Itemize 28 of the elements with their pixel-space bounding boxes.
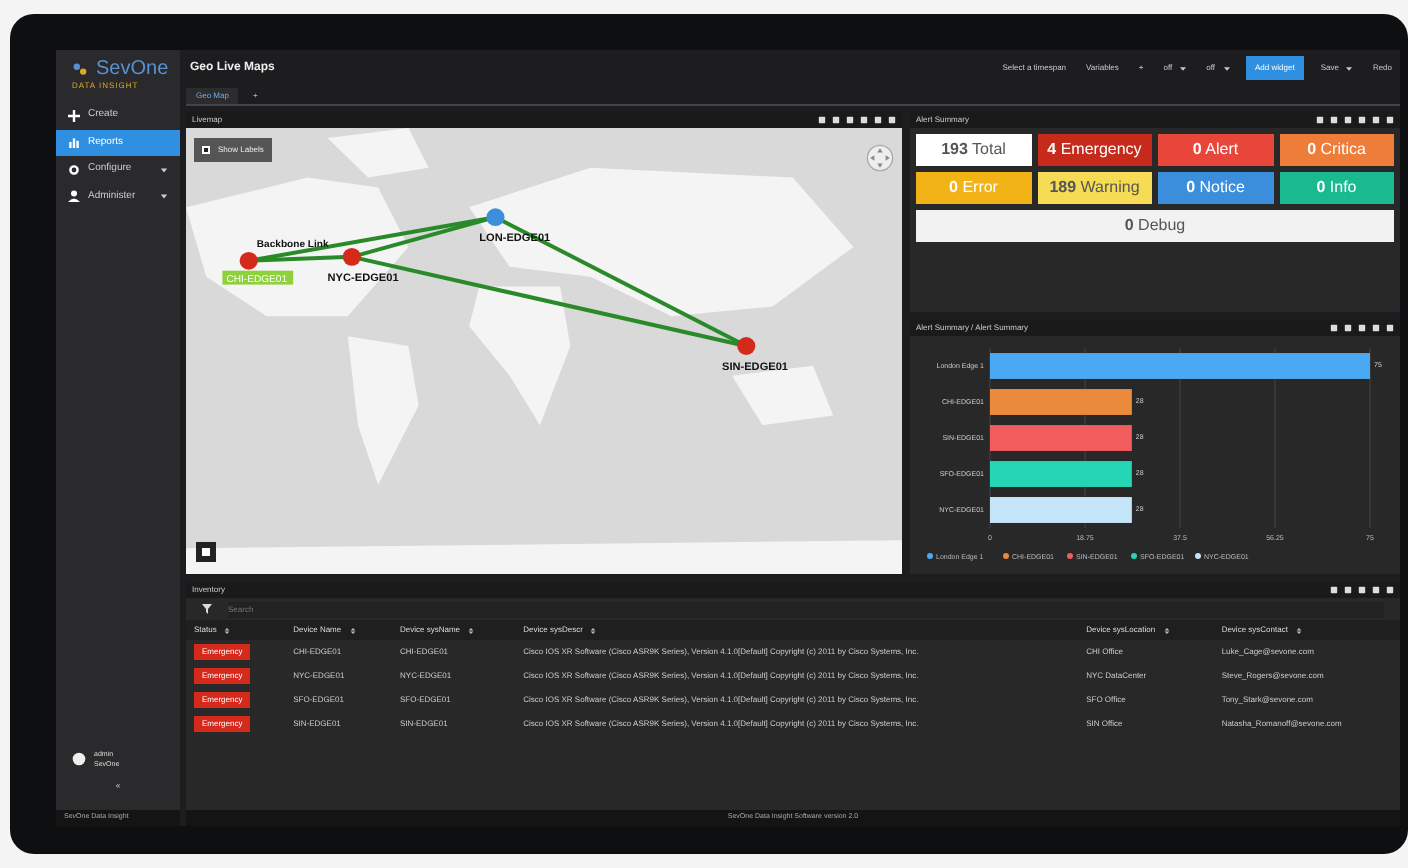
sort-icon[interactable] xyxy=(224,627,231,633)
plus-icon xyxy=(68,109,80,122)
avatar-icon xyxy=(72,752,86,767)
sort-icon[interactable] xyxy=(1163,627,1170,633)
bar xyxy=(990,461,1132,487)
user-icon xyxy=(68,190,80,203)
pan-control-icon[interactable] xyxy=(866,144,894,172)
alert-tile[interactable]: 4 Emergency xyxy=(1037,134,1152,166)
sort-icon[interactable] xyxy=(590,627,597,633)
bar xyxy=(990,389,1132,415)
bar-chart-icon xyxy=(68,136,80,149)
bar xyxy=(990,425,1132,451)
caret-icon xyxy=(1180,65,1187,71)
sort-icon[interactable] xyxy=(1295,627,1302,633)
sort-icon[interactable] xyxy=(349,627,356,633)
caret-icon xyxy=(1223,65,1230,71)
bar xyxy=(990,497,1132,523)
logo-icon xyxy=(72,62,88,78)
checkbox[interactable] xyxy=(202,146,210,154)
alert-tile[interactable]: 189 Warning xyxy=(1037,172,1152,204)
sort-icon[interactable] xyxy=(468,627,475,633)
caret-icon xyxy=(1346,65,1353,71)
alert-tile[interactable]: 0 Debug xyxy=(916,210,1394,242)
alert-tile[interactable]: 193 Total xyxy=(916,134,1031,166)
alert-tile[interactable]: 0 Alert xyxy=(1158,134,1273,166)
fullscreen-icon[interactable] xyxy=(196,542,216,562)
logo-text: SevOne xyxy=(96,60,169,80)
filter-icon[interactable] xyxy=(202,604,212,614)
